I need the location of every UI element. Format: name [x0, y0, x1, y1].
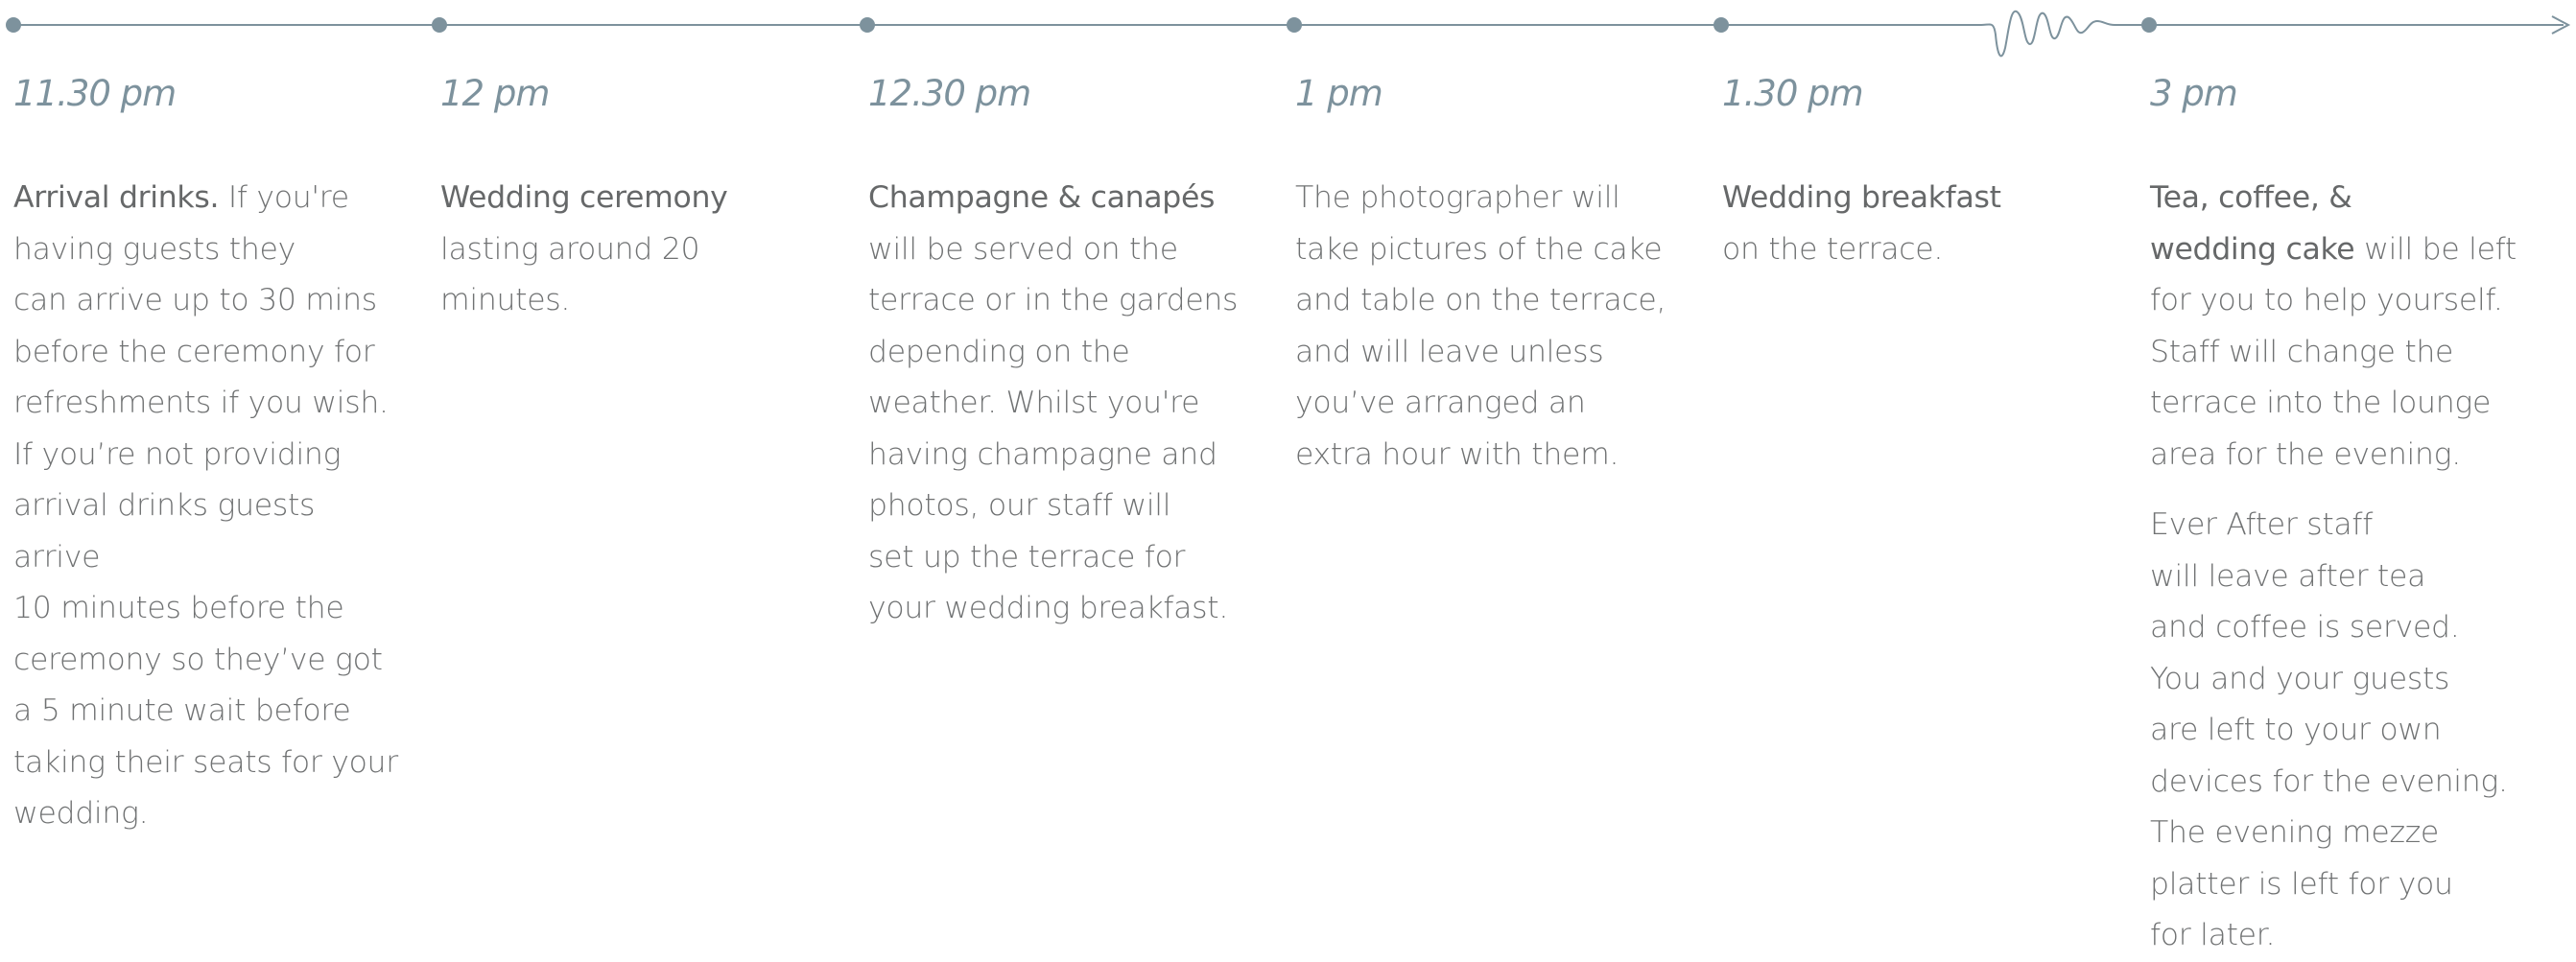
event-paragraph: Tea, coffee, & wedding cake will be left… — [2150, 173, 2543, 481]
event-title: Arrival drinks. — [13, 180, 220, 215]
event-title: Wedding ceremony — [440, 180, 728, 215]
event-description: Champagne & canapés will be served on th… — [868, 173, 1262, 635]
event-time: 1.30 pm — [1722, 73, 1864, 114]
timeline-dot — [432, 17, 447, 33]
event-time: 12.30 pm — [868, 73, 1031, 114]
event-title: Wedding breakfast — [1722, 180, 2001, 215]
event-text: The photographer will take pictures of t… — [1295, 180, 1666, 472]
event-description: The photographer will take pictures of t… — [1295, 173, 1689, 481]
event-time: 1 pm — [1295, 73, 1383, 114]
timeline-dot — [1287, 17, 1302, 33]
event-paragraph: Arrival drinks. If you're having guests … — [13, 173, 407, 840]
event-paragraph: Wedding breakfast on the terrace. — [1722, 173, 2115, 275]
event-text: will be served on the terrace or in the … — [868, 231, 1239, 626]
event-text: lasting around 20 minutes. — [440, 231, 700, 318]
event-paragraph: Champagne & canapés will be served on th… — [868, 173, 1262, 635]
timeline-dot — [860, 17, 875, 33]
event-text: Ever After staff will leave after tea an… — [2150, 507, 2508, 952]
event-description: Wedding ceremony lasting around 20 minut… — [440, 173, 834, 327]
event-time: 11.30 pm — [13, 73, 177, 114]
timeline-dot — [6, 17, 21, 33]
event-title: Tea, coffee, & wedding cake — [2150, 180, 2355, 267]
timeline-axis — [13, 10, 2564, 58]
event-paragraph: Ever After staff will leave after tea an… — [2150, 500, 2543, 962]
timeline-dot — [1713, 17, 1729, 33]
event-description: Tea, coffee, & wedding cake will be left… — [2150, 173, 2543, 962]
event-title: Champagne & canapés — [868, 180, 1216, 215]
event-description: Arrival drinks. If you're having guests … — [13, 173, 407, 840]
timeline-dot — [2141, 17, 2157, 33]
event-text: If you're having guests they can arrive … — [13, 180, 398, 831]
event-time: 12 pm — [440, 73, 550, 114]
event-description: Wedding breakfast on the terrace. — [1722, 173, 2115, 275]
event-paragraph: The photographer will take pictures of t… — [1295, 173, 1689, 481]
event-text: will be left for you to help yourself. S… — [2150, 231, 2517, 472]
event-text: on the terrace. — [1722, 231, 1944, 267]
event-time: 3 pm — [2150, 73, 2238, 114]
event-paragraph: Wedding ceremony lasting around 20 minut… — [440, 173, 834, 327]
timeline-line — [6, 10, 2571, 58]
